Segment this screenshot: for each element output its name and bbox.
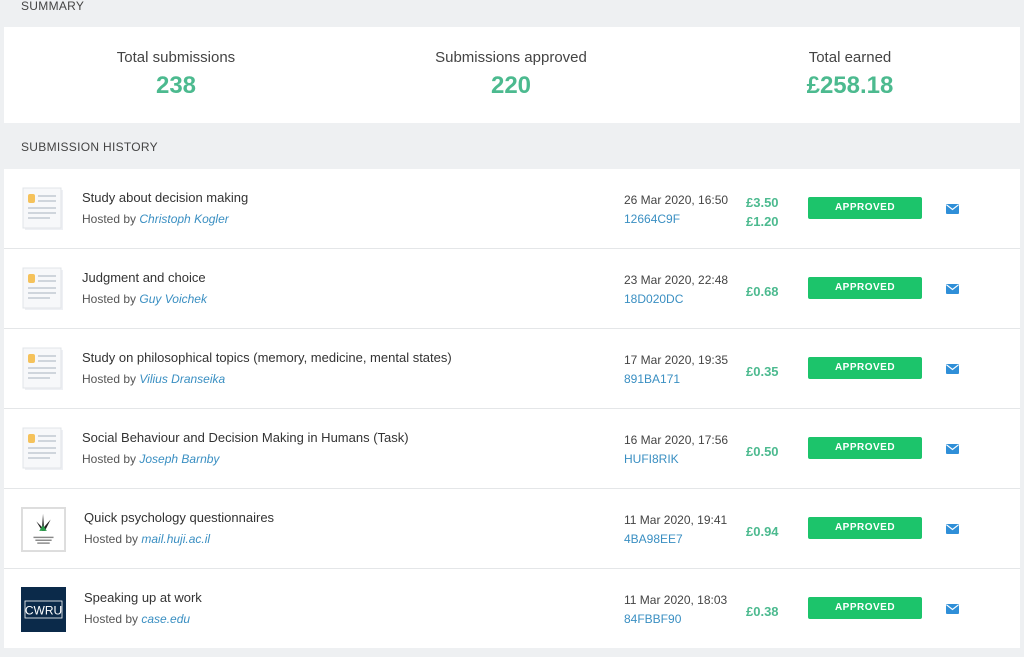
status-badge: APPROVED	[808, 517, 922, 539]
study-title[interactable]: Judgment and choice	[82, 270, 206, 285]
study-title[interactable]: Speaking up at work	[84, 590, 202, 605]
submission-date: 23 Mar 2020, 22:48	[624, 273, 729, 287]
hosted-prefix: Hosted by	[84, 532, 139, 546]
table-row: Study about decision making Hosted by Ch…	[4, 169, 1020, 249]
document-icon	[22, 187, 63, 230]
status-badge: APPROVED	[808, 437, 922, 459]
submission-date: 26 Mar 2020, 16:50	[624, 193, 729, 207]
host-link[interactable]: case.edu	[141, 612, 190, 626]
reward-amounts: £0.50	[746, 442, 779, 461]
envelope-icon[interactable]	[946, 284, 959, 294]
study-title[interactable]: Study on philosophical topics (memory, m…	[82, 350, 452, 365]
reward-amount: £0.38	[746, 604, 779, 619]
reward-amount: £0.35	[746, 364, 779, 379]
reward-amounts: £0.38	[746, 602, 779, 621]
submission-date: 11 Mar 2020, 19:41	[624, 513, 728, 527]
hosted-prefix: Hosted by	[84, 612, 139, 626]
submission-code[interactable]: 12664C9F	[624, 212, 680, 226]
study-title[interactable]: Study about decision making	[82, 190, 248, 205]
hosted-by: Hosted by Vilius Dranseika	[82, 372, 225, 386]
status-badge: APPROVED	[808, 597, 922, 619]
submission-date: 16 Mar 2020, 17:56	[624, 433, 729, 447]
stat-label: Total submissions	[116, 49, 236, 66]
hosted-by: Hosted by mail.huji.ac.il	[84, 532, 210, 546]
hosted-prefix: Hosted by	[82, 452, 137, 466]
status-badge: APPROVED	[808, 197, 922, 219]
table-row: Judgment and choice Hosted by Guy Voiche…	[4, 249, 1020, 329]
hosted-by: Hosted by case.edu	[84, 612, 190, 626]
stat-submissions-approved: Submissions approved 220	[381, 49, 641, 100]
bonus-amount: £1.20	[746, 214, 779, 229]
document-icon	[22, 347, 63, 390]
host-link[interactable]: Joseph Barnby	[139, 452, 219, 466]
hosted-prefix: Hosted by	[82, 212, 137, 226]
hosted-by: Hosted by Christoph Kogler	[82, 212, 229, 226]
stat-value: 220	[490, 72, 532, 99]
submission-code[interactable]: 18D020DC	[624, 292, 683, 306]
submission-list: Study about decision making Hosted by Ch…	[4, 169, 1020, 648]
summary-section-label: SUMMARY	[21, 0, 85, 13]
hosted-prefix: Hosted by	[82, 292, 137, 306]
document-icon	[22, 267, 63, 310]
status-badge: APPROVED	[808, 357, 922, 379]
stat-total-earned: Total earned £258.18	[720, 49, 980, 100]
host-link[interactable]: Vilius Dranseika	[139, 372, 225, 386]
stat-total-submissions: Total submissions 238	[46, 49, 306, 100]
envelope-icon[interactable]	[946, 364, 959, 374]
study-title[interactable]: Social Behaviour and Decision Making in …	[82, 430, 409, 445]
table-row: CWRU Speaking up at work Hosted by case.…	[4, 569, 1020, 648]
stat-value: £258.18	[806, 72, 894, 99]
submission-code[interactable]: 4BA98EE7	[624, 532, 683, 546]
stat-value: 238	[155, 72, 197, 99]
submission-date: 11 Mar 2020, 18:03	[624, 593, 728, 607]
hosted-by: Hosted by Joseph Barnby	[82, 452, 219, 466]
document-icon	[22, 427, 63, 470]
reward-amount: £0.94	[746, 524, 779, 539]
table-row: Social Behaviour and Decision Making in …	[4, 409, 1020, 489]
submission-date: 17 Mar 2020, 19:35	[624, 353, 729, 367]
reward-amounts: £0.68	[746, 282, 779, 301]
university-logo-icon	[21, 507, 66, 552]
host-link[interactable]: Christoph Kogler	[139, 212, 228, 226]
reward-amounts: £3.50 £1.20	[746, 193, 779, 231]
history-section-label: SUBMISSION HISTORY	[21, 140, 158, 154]
host-link[interactable]: mail.huji.ac.il	[141, 532, 210, 546]
cwru-logo-text: CWRU	[25, 604, 62, 618]
hosted-by: Hosted by Guy Voichek	[82, 292, 207, 306]
stat-label: Submissions approved	[435, 49, 587, 66]
submission-code[interactable]: 891BA171	[624, 372, 680, 386]
reward-amount: £3.50	[746, 195, 779, 210]
table-row: Study on philosophical topics (memory, m…	[4, 329, 1020, 409]
cwru-logo-icon: CWRU	[21, 587, 66, 632]
study-title[interactable]: Quick psychology questionnaires	[84, 510, 274, 525]
table-row: Quick psychology questionnaires Hosted b…	[4, 489, 1020, 569]
host-link[interactable]: Guy Voichek	[139, 292, 207, 306]
reward-amount: £0.50	[746, 444, 779, 459]
summary-panel: Total submissions 238 Submissions approv…	[4, 27, 1020, 123]
envelope-icon[interactable]	[946, 524, 959, 534]
stat-label: Total earned	[808, 49, 892, 66]
envelope-icon[interactable]	[946, 444, 959, 454]
envelope-icon[interactable]	[946, 204, 959, 214]
submission-code[interactable]: HUFI8RIK	[624, 452, 679, 466]
submission-code[interactable]: 84FBBF90	[624, 612, 681, 626]
status-badge: APPROVED	[808, 277, 922, 299]
reward-amount: £0.68	[746, 284, 779, 299]
reward-amounts: £0.35	[746, 362, 779, 381]
hosted-prefix: Hosted by	[82, 372, 137, 386]
reward-amounts: £0.94	[746, 522, 779, 541]
envelope-icon[interactable]	[946, 604, 959, 614]
